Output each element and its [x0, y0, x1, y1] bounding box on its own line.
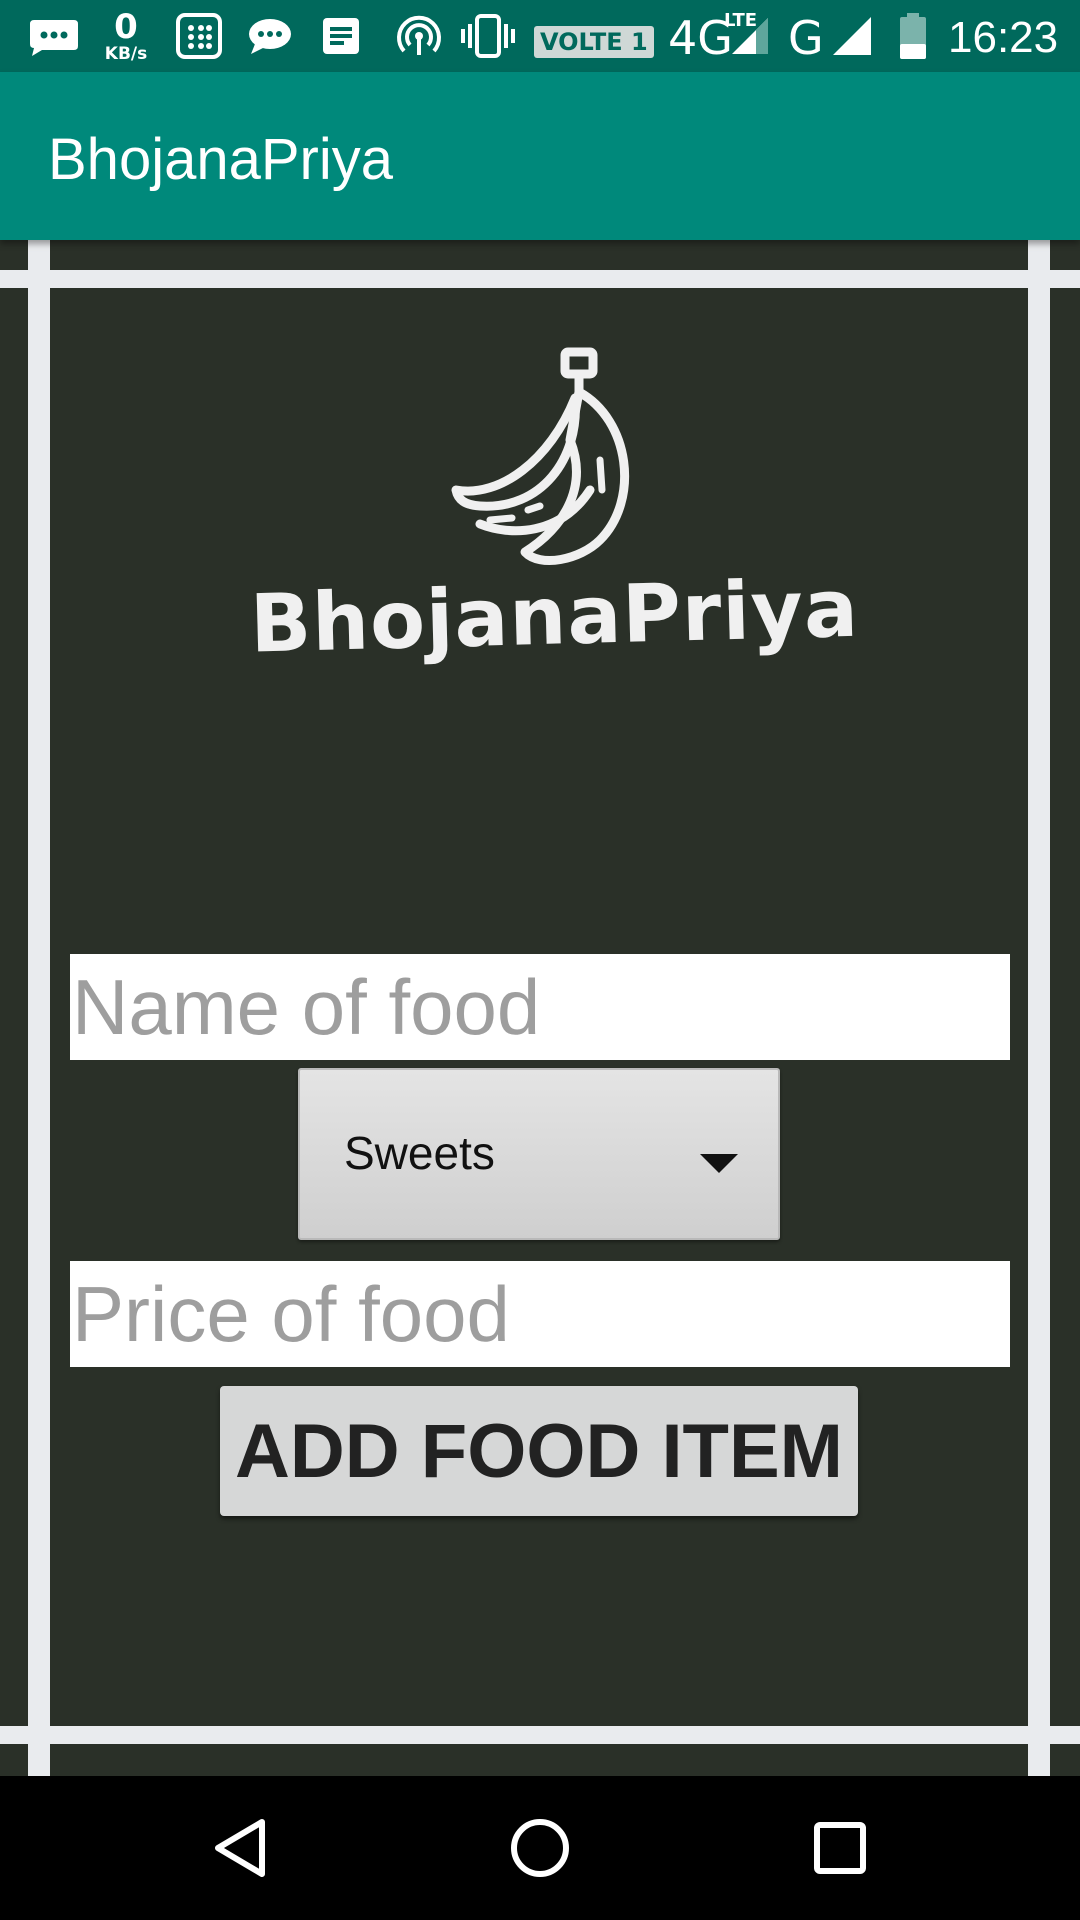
back-icon — [215, 1819, 265, 1877]
chat-bubble-icon — [26, 0, 82, 72]
logo-text: BhojanaPriya — [248, 561, 860, 671]
navigation-bar — [0, 1776, 1080, 1920]
frame-border-top — [0, 270, 1080, 288]
app-bar: BhojanaPriya — [0, 72, 1080, 240]
battery-icon — [896, 0, 930, 72]
speed-value: 0 — [114, 6, 138, 47]
recents-button[interactable] — [780, 1776, 900, 1920]
vibrate-icon — [458, 0, 518, 72]
category-selected-value: Sweets — [344, 1127, 495, 1179]
frame-border-left — [28, 240, 50, 1776]
notes-icon — [318, 0, 364, 72]
home-button[interactable] — [480, 1776, 600, 1920]
food-name-input[interactable] — [70, 954, 1010, 1060]
main-content: BhojanaPriya Sweets ADD FOOD ITEM — [0, 240, 1080, 1776]
hotspot-icon — [394, 0, 444, 72]
status-bar: 0 KB/s VOLTE 1 4G LTE G 16:23 — [0, 0, 1080, 72]
food-price-input[interactable] — [70, 1261, 1010, 1367]
message-icon — [244, 0, 296, 72]
signal-icon — [830, 0, 874, 72]
grid-icon — [172, 0, 226, 72]
signal-icon — [730, 0, 770, 72]
category-dropdown[interactable]: Sweets — [298, 1068, 780, 1240]
add-food-item-button[interactable]: ADD FOOD ITEM — [220, 1386, 858, 1516]
brand-logo: BhojanaPriya — [248, 340, 860, 671]
back-button[interactable] — [180, 1776, 300, 1920]
home-icon — [511, 1819, 569, 1877]
frame-border-bottom — [0, 1726, 1080, 1744]
clock: 16:23 — [948, 13, 1059, 62]
dropdown-arrow-icon — [700, 1154, 738, 1173]
speed-unit: KB/s — [104, 43, 148, 64]
frame-border-right — [1028, 240, 1050, 1776]
network-speed: 0 KB/s — [96, 0, 156, 72]
banana-icon — [451, 347, 630, 565]
volte-badge: VOLTE 1 — [534, 26, 654, 58]
network-g-label: G — [788, 11, 824, 65]
app-title: BhojanaPriya — [48, 127, 393, 192]
recents-icon — [814, 1822, 866, 1874]
